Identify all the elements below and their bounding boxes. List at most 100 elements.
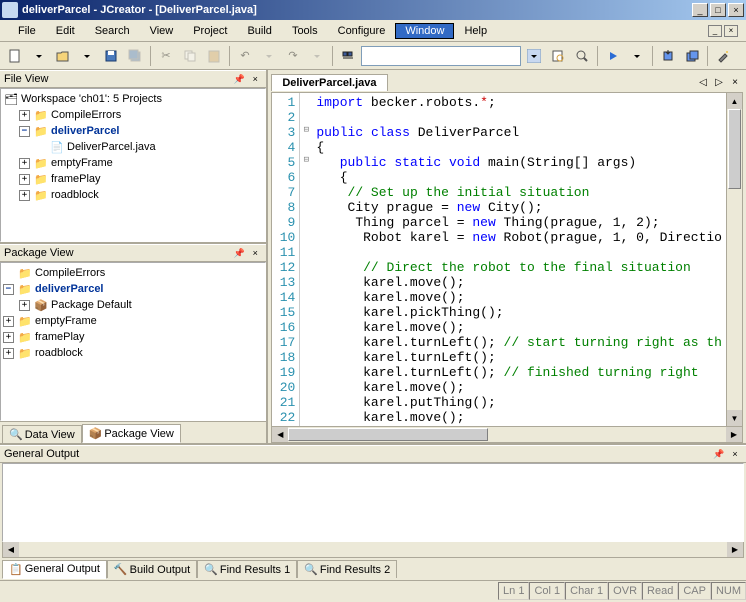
horizontal-scrollbar[interactable]: ◀ ▶ — [271, 427, 743, 443]
run-icon[interactable] — [602, 45, 624, 67]
scroll-down-icon[interactable]: ▼ — [727, 410, 742, 426]
expand-icon[interactable]: + — [19, 110, 30, 121]
code-editor[interactable]: 1234567891011121314151617181920212223 ⊟⊟… — [271, 92, 743, 427]
redo-dropdown-icon[interactable] — [306, 45, 328, 67]
close-tab-icon[interactable]: × — [728, 76, 742, 90]
menu-tools[interactable]: Tools — [282, 23, 328, 39]
collapse-icon[interactable]: − — [19, 126, 30, 137]
editor-panel: DeliverParcel.java ◁ ▷ × 123456789101112… — [268, 70, 746, 443]
package-node[interactable]: 📁CompileErrors — [3, 265, 263, 281]
data-view-icon: 🔍 — [9, 428, 23, 441]
next-tab-icon[interactable]: ▷ — [712, 76, 726, 90]
expand-icon[interactable]: + — [3, 348, 14, 359]
search-combo[interactable] — [361, 46, 521, 66]
redo-icon[interactable]: ↷ — [282, 45, 304, 67]
save-all-icon[interactable] — [124, 45, 146, 67]
file-node[interactable]: 📄DeliverParcel.java — [3, 139, 263, 155]
project-node[interactable]: −📁deliverParcel — [3, 123, 263, 139]
menu-edit[interactable]: Edit — [46, 23, 85, 39]
package-icon: 📦 — [33, 297, 49, 313]
code-content[interactable]: import becker.robots.*; public class Del… — [312, 93, 726, 426]
app-icon — [2, 2, 18, 18]
tab-find-results-2[interactable]: 🔍Find Results 2 — [297, 560, 397, 578]
scroll-right-icon[interactable]: ▶ — [726, 427, 742, 442]
project-node[interactable]: +📁CompileErrors — [3, 107, 263, 123]
file-view-header: File View 📌 × — [0, 70, 266, 88]
scroll-left-icon[interactable]: ◀ — [3, 542, 19, 557]
undo-dropdown-icon[interactable] — [258, 45, 280, 67]
new-dropdown-icon[interactable] — [28, 45, 50, 67]
menu-project[interactable]: Project — [183, 23, 237, 39]
tab-general-output[interactable]: 📋General Output — [2, 560, 107, 579]
compile-icon[interactable] — [657, 45, 679, 67]
package-default-node[interactable]: +📦Package Default — [3, 297, 263, 313]
scroll-left-icon[interactable]: ◀ — [272, 427, 288, 442]
project-node[interactable]: +📁roadblock — [3, 187, 263, 203]
project-node[interactable]: +📁framePlay — [3, 171, 263, 187]
package-tree[interactable]: 📁CompileErrors −📁deliverParcel +📦Package… — [0, 262, 266, 421]
package-node[interactable]: +📁roadblock — [3, 345, 263, 361]
vertical-scrollbar[interactable]: ▲ ▼ — [726, 93, 742, 426]
mdi-minimize-button[interactable]: _ — [708, 25, 722, 37]
scroll-right-icon[interactable]: ▶ — [727, 542, 743, 557]
find-in-files-icon[interactable] — [547, 45, 569, 67]
file-tree[interactable]: 🗂Workspace 'ch01': 5 Projects +📁CompileE… — [0, 88, 266, 242]
find-icon[interactable] — [337, 45, 359, 67]
run-dropdown-icon[interactable] — [626, 45, 648, 67]
scroll-thumb[interactable] — [288, 428, 488, 441]
open-dropdown-icon[interactable] — [76, 45, 98, 67]
menu-file[interactable]: File — [8, 23, 46, 39]
close-panel-icon[interactable]: × — [728, 447, 742, 461]
expand-icon[interactable]: + — [19, 158, 30, 169]
workspace-node[interactable]: 🗂Workspace 'ch01': 5 Projects — [3, 91, 263, 107]
expand-icon[interactable]: + — [3, 332, 14, 343]
menu-build[interactable]: Build — [237, 23, 281, 39]
package-node[interactable]: +📁framePlay — [3, 329, 263, 345]
open-icon[interactable] — [52, 45, 74, 67]
menu-configure[interactable]: Configure — [328, 23, 396, 39]
copy-icon[interactable] — [179, 45, 201, 67]
scroll-up-icon[interactable]: ▲ — [727, 93, 742, 109]
prev-tab-icon[interactable]: ◁ — [696, 76, 710, 90]
menu-help[interactable]: Help — [454, 23, 497, 39]
cut-icon[interactable]: ✂ — [155, 45, 177, 67]
mdi-close-button[interactable]: × — [724, 25, 738, 37]
output-body[interactable] — [2, 463, 744, 542]
project-node[interactable]: +📁emptyFrame — [3, 155, 263, 171]
tab-package-view[interactable]: 📦Package View — [82, 424, 181, 443]
tab-find-results-1[interactable]: 🔍Find Results 1 — [197, 560, 297, 578]
pin-icon[interactable]: 📌 — [232, 246, 246, 260]
expand-icon[interactable]: + — [19, 190, 30, 201]
pin-icon[interactable]: 📌 — [712, 447, 726, 461]
pin-icon[interactable]: 📌 — [232, 72, 246, 86]
maximize-button[interactable]: □ — [710, 3, 726, 17]
menu-window[interactable]: Window — [395, 23, 454, 39]
new-icon[interactable] — [4, 45, 26, 67]
scroll-thumb[interactable] — [728, 109, 741, 189]
output-scrollbar[interactable]: ◀ ▶ — [2, 542, 744, 558]
collapse-icon[interactable]: − — [3, 284, 14, 295]
expand-icon[interactable]: + — [19, 300, 30, 311]
undo-icon[interactable]: ↶ — [234, 45, 256, 67]
expand-icon[interactable]: + — [19, 174, 30, 185]
close-panel-icon[interactable]: × — [248, 72, 262, 86]
fold-gutter[interactable]: ⊟⊟ — [300, 93, 312, 426]
close-button[interactable]: × — [728, 3, 744, 17]
save-icon[interactable] — [100, 45, 122, 67]
paste-icon[interactable] — [203, 45, 225, 67]
wizard-icon[interactable] — [712, 45, 734, 67]
tab-build-output[interactable]: 🔨Build Output — [107, 560, 197, 578]
minimize-button[interactable]: _ — [692, 3, 708, 17]
menu-search[interactable]: Search — [85, 23, 140, 39]
search-dropdown-icon[interactable] — [523, 45, 545, 67]
menu-view[interactable]: View — [140, 23, 184, 39]
build-icon: 🔨 — [114, 563, 128, 576]
package-node[interactable]: −📁deliverParcel — [3, 281, 263, 297]
expand-icon[interactable]: + — [3, 316, 14, 327]
close-panel-icon[interactable]: × — [248, 246, 262, 260]
build-icon[interactable] — [681, 45, 703, 67]
tab-data-view[interactable]: 🔍Data View — [2, 425, 82, 443]
zoom-icon[interactable] — [571, 45, 593, 67]
editor-tab[interactable]: DeliverParcel.java — [271, 74, 387, 91]
package-node[interactable]: +📁emptyFrame — [3, 313, 263, 329]
